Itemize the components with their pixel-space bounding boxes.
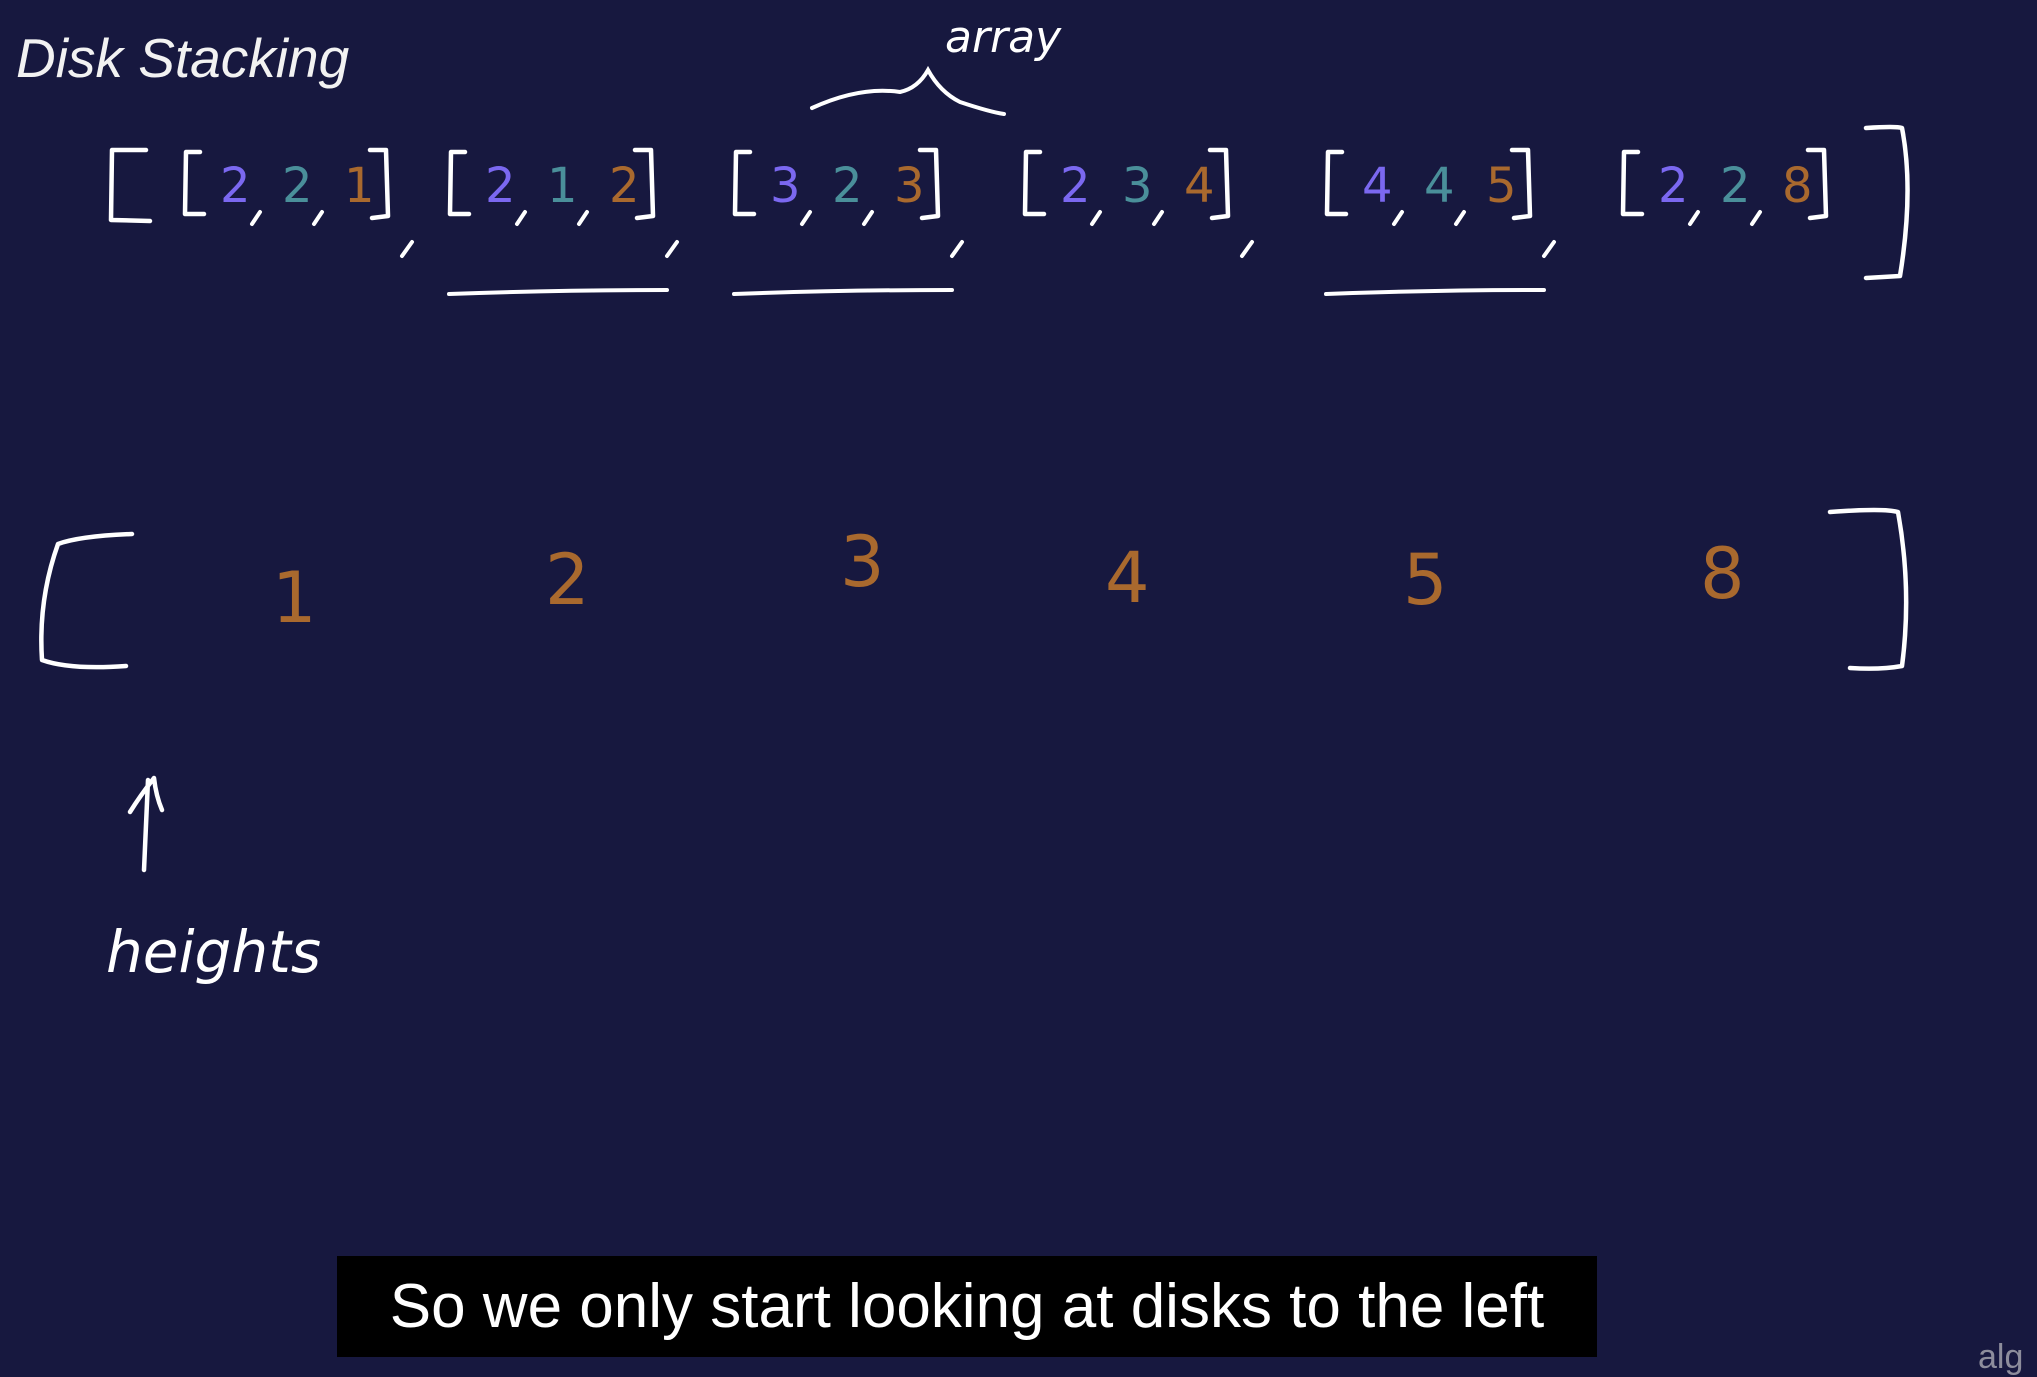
disk-2-value-1: 2 [485, 158, 516, 214]
array-comma [950, 240, 964, 258]
disk-4-value-2: 3 [1122, 158, 1153, 214]
array-comma [400, 240, 414, 258]
whiteboard: array 221212323234445228 123458 heights [39, 12, 1910, 986]
disk-comma [1392, 210, 1404, 226]
heights-bracket-right [1827, 507, 1909, 671]
disk-comma [577, 210, 589, 226]
watermark: alg [1978, 1338, 2024, 1376]
disk-5-value-1: 4 [1362, 158, 1393, 214]
disk-1-value-1: 2 [220, 158, 251, 214]
height-value-1: 1 [272, 557, 317, 639]
heights-bracket-left [39, 531, 135, 670]
disk-5-value-2: 4 [1424, 158, 1455, 214]
disk-comma [800, 210, 812, 226]
disk-5-underline [1324, 288, 1546, 296]
disk-comma [1750, 210, 1762, 226]
disk-3-underline [732, 288, 954, 296]
disk-3-value-3: 3 [894, 158, 925, 214]
disk-comma [515, 210, 527, 226]
disk-6-value-3: 8 [1782, 158, 1813, 214]
disk-bracket-left [447, 149, 472, 217]
disk-3-value-1: 3 [770, 158, 801, 214]
height-value-6: 8 [1700, 533, 1745, 615]
disk-2: 212 [447, 147, 679, 258]
disk-3: 323 [732, 147, 964, 258]
disk-6: 228 [1620, 147, 1829, 226]
disk-4-value-3: 4 [1184, 158, 1215, 214]
disk-comma [1688, 210, 1700, 226]
array-label: array [945, 12, 1062, 63]
disk-comma [862, 210, 874, 226]
subtitle-caption: So we only start looking at disks to the… [337, 1256, 1597, 1357]
disk-1-value-3: 1 [344, 158, 375, 214]
disk-2-underline [447, 288, 669, 296]
outer-bracket-left [108, 147, 153, 224]
height-value-4: 4 [1105, 537, 1150, 619]
disk-bracket-left [1324, 149, 1349, 217]
array-comma [1240, 240, 1254, 258]
disk-bracket-left [1022, 149, 1047, 217]
disk-comma [1090, 210, 1102, 226]
up-arrow-icon [127, 775, 165, 873]
disk-1: 221 [182, 147, 414, 258]
height-value-3: 3 [840, 521, 885, 603]
disk-2-value-3: 2 [609, 158, 640, 214]
array-comma [665, 240, 679, 258]
disk-comma [1454, 210, 1466, 226]
disk-6-value-2: 2 [1720, 158, 1751, 214]
array-comma [1542, 240, 1556, 258]
disk-comma [312, 210, 324, 226]
disk-2-value-2: 1 [547, 158, 578, 214]
height-value-5: 5 [1403, 539, 1448, 621]
selected-disk-underlines [447, 288, 1546, 296]
disks-array: 221212323234445228 [182, 147, 1829, 258]
disk-3-value-2: 2 [832, 158, 863, 214]
heights-label: heights [106, 918, 321, 986]
disk-4-value-1: 2 [1060, 158, 1091, 214]
disk-bracket-left [732, 149, 757, 217]
disk-4: 234 [1022, 147, 1254, 258]
disk-6-value-1: 2 [1658, 158, 1689, 214]
disk-bracket-left [182, 149, 207, 217]
outer-bracket-right [1863, 124, 1910, 281]
disk-comma [1152, 210, 1164, 226]
disk-comma [250, 210, 262, 226]
array-brace [810, 65, 1006, 116]
disk-5: 445 [1324, 147, 1556, 258]
heights-array: 1 2 3 4 5 8 [272, 521, 1745, 639]
disk-bracket-left [1620, 149, 1645, 217]
disk-1-value-2: 2 [282, 158, 313, 214]
height-value-2: 2 [545, 539, 590, 621]
disk-5-value-3: 5 [1486, 158, 1517, 214]
